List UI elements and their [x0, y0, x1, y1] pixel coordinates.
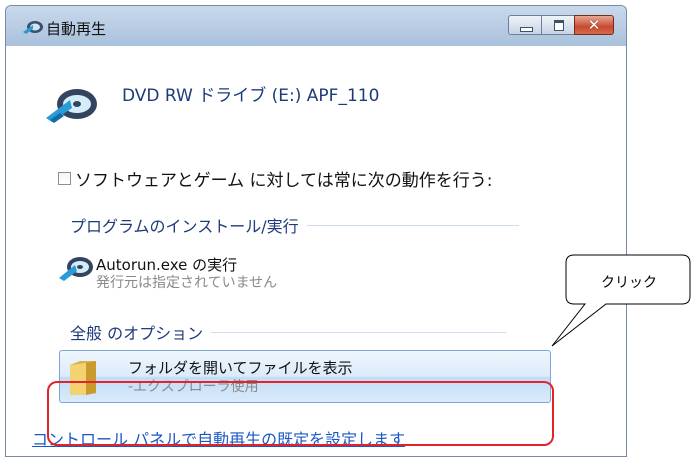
callout-text: クリック — [601, 275, 657, 291]
callout-bubble — [551, 254, 691, 347]
